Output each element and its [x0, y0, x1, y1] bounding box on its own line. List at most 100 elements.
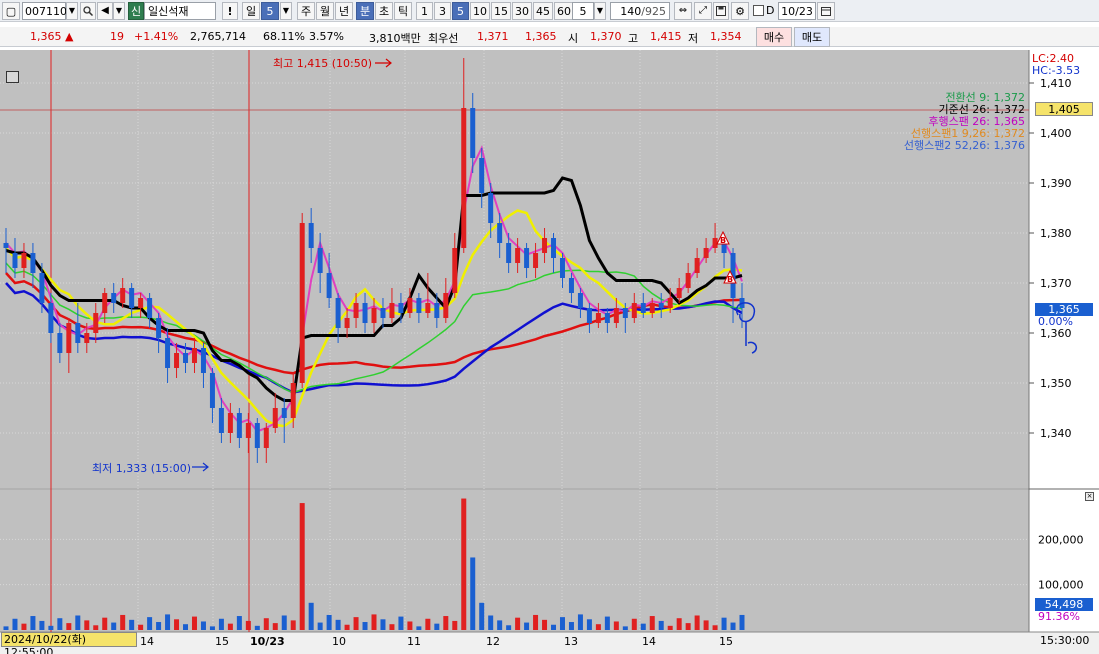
- candle-body: [120, 288, 126, 303]
- period-dropdown-icon[interactable]: ▼: [280, 2, 292, 20]
- volume-bar: [542, 619, 548, 630]
- volume-bar: [147, 617, 153, 630]
- week-button[interactable]: 주: [297, 2, 315, 20]
- interval-3-button[interactable]: 3: [434, 2, 451, 20]
- open-label: 시: [568, 32, 579, 45]
- volume-pct-label: 91.36%: [1038, 610, 1080, 623]
- volume-bar: [712, 625, 718, 630]
- best-label: 최우선: [428, 32, 459, 45]
- grid-toggle-icon[interactable]: [6, 71, 19, 83]
- candle-body: [595, 313, 601, 323]
- candle-body: [39, 273, 45, 303]
- price-tick-label: 1,360: [1040, 327, 1072, 340]
- search-icon[interactable]: [80, 2, 96, 20]
- volume-bar: [425, 618, 431, 630]
- candle-body: [344, 318, 350, 328]
- count-dropdown-icon[interactable]: ▼: [594, 2, 606, 20]
- candle-body: [254, 423, 260, 448]
- candle-body: [209, 373, 215, 408]
- candle-body: [317, 248, 323, 273]
- speaker-icon[interactable]: ◀: [97, 2, 113, 20]
- calendar-icon[interactable]: [817, 2, 835, 20]
- candle-body: [568, 278, 574, 293]
- second-button[interactable]: 초: [375, 2, 393, 20]
- high-label: 고: [628, 32, 639, 45]
- candle-body: [227, 413, 233, 433]
- speaker-dropdown-icon[interactable]: ▼: [113, 2, 125, 20]
- volume-bar: [398, 616, 404, 630]
- volume-bar: [84, 620, 90, 630]
- candle-body: [703, 248, 709, 258]
- volume-bar: [613, 621, 619, 630]
- volume-bar: [434, 623, 440, 630]
- zoom-icon[interactable]: ⇔: [674, 2, 692, 20]
- volume-bar: [649, 616, 655, 630]
- period-num-button[interactable]: 5: [261, 2, 279, 20]
- interval-30-button[interactable]: 30: [512, 2, 532, 20]
- volume-bar: [263, 618, 269, 630]
- scale-icon[interactable]: ⤢: [694, 2, 712, 20]
- legend-leading-span2: 선행스팬2 52,26: 1,376: [903, 139, 1025, 152]
- interval-10-button[interactable]: 10: [470, 2, 490, 20]
- volume-bar: [595, 624, 601, 630]
- candle-body: [218, 408, 224, 433]
- volume-bar: [236, 616, 242, 630]
- candle-body: [613, 308, 619, 323]
- interval-5-button[interactable]: 5: [452, 2, 469, 20]
- tick-button[interactable]: 틱: [394, 2, 412, 20]
- year-button[interactable]: 년: [335, 2, 353, 20]
- candle-body: [649, 303, 655, 313]
- minute-button[interactable]: 분: [356, 2, 374, 20]
- candle-body: [577, 293, 583, 308]
- close-pane-icon[interactable]: ×: [1085, 492, 1094, 501]
- volume-pane-bg: [0, 490, 1029, 632]
- view-count[interactable]: 140/925: [610, 2, 670, 20]
- stock-code-input[interactable]: 007110: [22, 2, 67, 20]
- time-right-label: 15:30:00: [1040, 634, 1090, 647]
- volume-bar: [730, 622, 736, 630]
- volume-bar: [39, 620, 45, 630]
- volume-bar: [353, 617, 359, 630]
- candle-body: [200, 348, 206, 373]
- candle-body: [479, 158, 485, 193]
- stock-name: 일신석재: [144, 2, 216, 20]
- volume-bar: [129, 619, 135, 630]
- sell-button[interactable]: 매도: [794, 27, 830, 47]
- candle-body: [380, 308, 386, 318]
- period-day-button[interactable]: 일: [242, 2, 260, 20]
- volume-bar: [308, 602, 314, 630]
- candle-body: [371, 308, 377, 323]
- volume-bar: [622, 626, 628, 630]
- window-menu-icon[interactable]: ▢: [2, 2, 20, 20]
- gear-icon[interactable]: ⚙: [731, 2, 749, 20]
- save-icon[interactable]: [713, 2, 729, 20]
- volume-bar: [488, 615, 494, 630]
- interval-60-button[interactable]: 60: [554, 2, 574, 20]
- volume-bar: [452, 620, 458, 630]
- code-dropdown-icon[interactable]: ▼: [66, 2, 78, 20]
- volume-bar: [227, 623, 233, 630]
- volume-bar: [12, 618, 18, 630]
- interval-1-button[interactable]: 1: [416, 2, 433, 20]
- candle-body: [75, 323, 81, 343]
- volume-ratio: 68.11%: [263, 30, 305, 43]
- buy-button[interactable]: 매수: [756, 27, 792, 47]
- d-checkbox[interactable]: [753, 5, 764, 16]
- date-input[interactable]: 10/23: [778, 2, 816, 20]
- count-input[interactable]: 5: [572, 2, 594, 20]
- crosshair-price-label: 1,405: [1035, 102, 1093, 116]
- volume-bar: [416, 626, 422, 630]
- d-label: D: [766, 4, 775, 17]
- volume-tick-label: 100,000: [1038, 579, 1084, 592]
- alert-icon[interactable]: !: [222, 2, 238, 20]
- candle-body: [676, 288, 682, 298]
- interval-45-button[interactable]: 45: [533, 2, 553, 20]
- volume-bar: [3, 626, 9, 630]
- month-button[interactable]: 월: [316, 2, 334, 20]
- volume-bar: [57, 618, 63, 630]
- volume-bar: [245, 620, 251, 630]
- interval-15-button[interactable]: 15: [491, 2, 511, 20]
- volume-bar: [524, 622, 530, 630]
- candle-body: [685, 273, 691, 288]
- volume-bar: [102, 617, 108, 630]
